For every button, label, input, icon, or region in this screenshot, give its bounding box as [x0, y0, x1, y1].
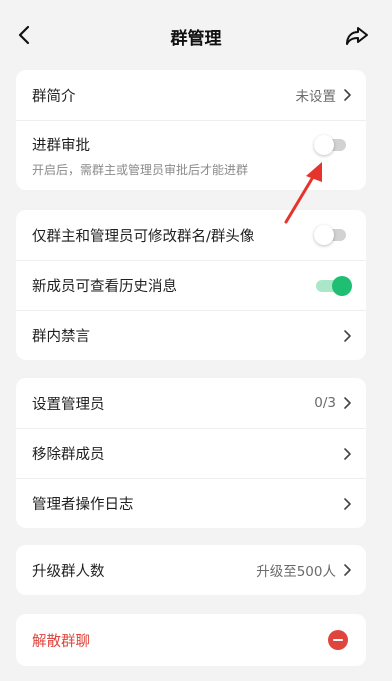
upgrade-members-label: 升级群人数 [32, 563, 105, 580]
chevron-right-icon [344, 497, 351, 510]
group-intro-value: 未设置 [295, 89, 337, 105]
admin-log-label: 管理者操作日志 [32, 497, 134, 513]
permissions-card: 仅群主和管理员可修改群名/群头像 新成员可查看历史消息 群内禁言 [16, 210, 366, 360]
rename-permission-toggle[interactable] [314, 225, 346, 245]
toggle-knob [314, 134, 334, 155]
admin-log-row[interactable]: 管理者操作日志 [16, 478, 366, 528]
dissolve-group-row[interactable]: 解散群聊 [16, 614, 366, 666]
share-icon[interactable] [344, 23, 370, 49]
rename-permission-row: 仅群主和管理员可修改群名/群头像 [16, 210, 366, 260]
set-admin-label: 设置管理员 [32, 396, 105, 413]
rename-permission-label: 仅群主和管理员可修改群名/群头像 [32, 228, 255, 245]
toggle-knob [314, 225, 334, 245]
nav-bar: 群管理 [0, 0, 392, 70]
remove-member-row[interactable]: 移除群成员 [16, 428, 366, 478]
dissolve-card: 解散群聊 [16, 614, 366, 666]
history-messages-row: 新成员可查看历史消息 [16, 260, 366, 310]
join-approval-row: 进群审批 开启后，需群主或管理员审批后才能进群 [16, 120, 366, 190]
history-messages-toggle[interactable] [316, 275, 352, 296]
group-mute-row[interactable]: 群内禁言 [16, 310, 366, 360]
group-intro-label: 群简介 [32, 88, 76, 105]
join-approval-label: 进群审批 [32, 137, 90, 154]
upgrade-members-value: 升级至500人 [256, 564, 336, 580]
page-title: 群管理 [170, 29, 222, 49]
toggle-knob [332, 275, 352, 296]
dissolve-group-label: 解散群聊 [32, 633, 90, 650]
minus-circle-icon [328, 630, 348, 650]
chevron-right-icon [344, 89, 351, 101]
group-mute-label: 群内禁言 [32, 329, 90, 345]
history-messages-label: 新成员可查看历史消息 [32, 279, 177, 295]
upgrade-card: 升级群人数 升级至500人 [16, 545, 366, 595]
chevron-right-icon [344, 329, 351, 342]
set-admin-row[interactable]: 设置管理员 0/3 [16, 378, 366, 428]
join-approval-toggle[interactable] [314, 134, 346, 155]
set-admin-count: 0/3 [314, 395, 336, 411]
group-info-card: 群简介 未设置 进群审批 开启后，需群主或管理员审批后才能进群 [16, 70, 366, 190]
chevron-right-icon [344, 397, 351, 409]
group-intro-row[interactable]: 群简介 未设置 [16, 70, 366, 120]
upgrade-members-row[interactable]: 升级群人数 升级至500人 [16, 545, 366, 595]
admin-card: 设置管理员 0/3 移除群成员 管理者操作日志 [16, 378, 366, 528]
chevron-right-icon [344, 447, 351, 460]
remove-member-label: 移除群成员 [32, 447, 105, 463]
join-approval-description: 开启后，需群主或管理员审批后才能进群 [32, 162, 249, 177]
chevron-right-icon [344, 564, 351, 576]
